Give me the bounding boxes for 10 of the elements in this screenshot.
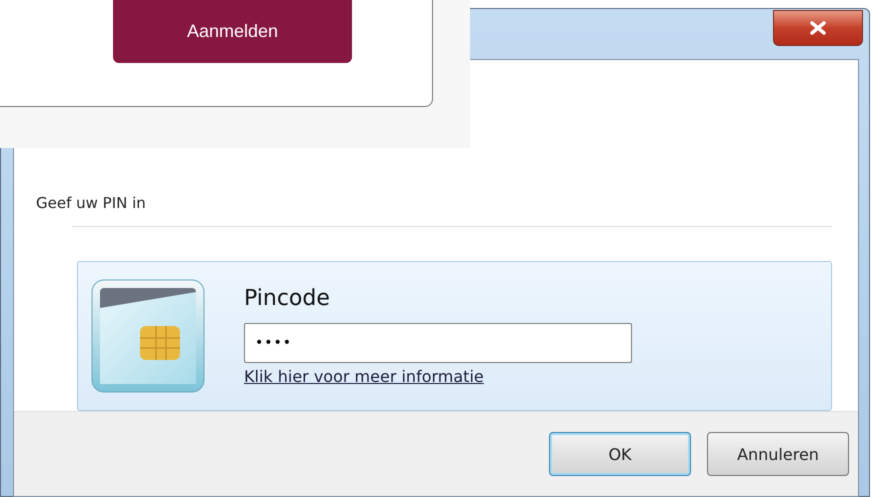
login-button[interactable]: Aanmelden — [113, 0, 352, 63]
close-icon — [809, 21, 827, 35]
cancel-button[interactable]: Annuleren — [707, 432, 849, 476]
pincode-label: Pincode — [244, 286, 331, 311]
ok-button[interactable]: OK — [549, 432, 691, 476]
prompt-text: Geef uw PIN in — [36, 194, 147, 212]
pin-input[interactable]: •••• — [244, 323, 632, 363]
close-button[interactable] — [773, 10, 863, 46]
smart-card-icon — [90, 278, 206, 394]
more-info-link[interactable]: Klik hier voor meer informatie — [244, 367, 632, 386]
